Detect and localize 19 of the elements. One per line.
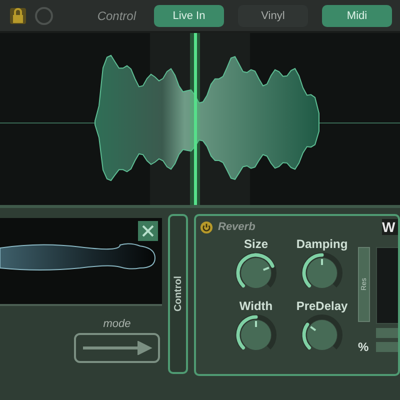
reverb-title: Reverb bbox=[218, 221, 256, 233]
knob-label: Width bbox=[239, 299, 273, 313]
panel-label: W bbox=[382, 219, 398, 235]
power-icon[interactable] bbox=[200, 220, 213, 234]
arrow-icon bbox=[81, 341, 153, 355]
close-button[interactable] bbox=[138, 221, 158, 241]
lock-icon[interactable] bbox=[8, 6, 28, 26]
knob-label: PreDelay bbox=[296, 299, 348, 313]
control-label: Control bbox=[97, 8, 136, 22]
mode-button[interactable] bbox=[74, 333, 160, 363]
knob-label: Size bbox=[244, 237, 268, 251]
control-tab[interactable]: Control bbox=[168, 214, 188, 374]
knob-label: Damping bbox=[296, 237, 348, 251]
input-button[interactable]: Vinyl bbox=[238, 4, 308, 26]
percent-label: % bbox=[358, 340, 370, 354]
input-button[interactable]: Midi bbox=[322, 4, 392, 26]
input-button[interactable]: Live In bbox=[154, 4, 224, 26]
mode-label: mode bbox=[102, 318, 132, 330]
close-icon bbox=[141, 224, 155, 238]
